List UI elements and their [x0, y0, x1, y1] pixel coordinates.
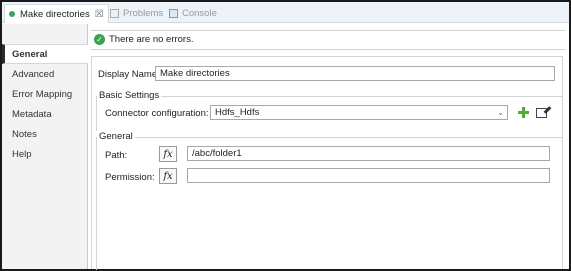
permission-input[interactable] — [187, 168, 550, 183]
sidebar-item-notes[interactable]: Notes — [2, 124, 87, 144]
connector-configuration-select[interactable]: Hdfs_Hdfs ⌄ — [210, 105, 508, 120]
plus-icon[interactable] — [518, 107, 529, 118]
path-input[interactable]: /abc/folder1 — [187, 146, 550, 161]
general-title: General — [97, 131, 135, 142]
connector-configuration-value: Hdfs_Hdfs — [215, 107, 260, 118]
status-text: There are no errors. — [109, 34, 194, 45]
edit-icon[interactable] — [536, 108, 547, 118]
fx-button-path[interactable]: fx — [159, 146, 177, 162]
display-name-label: Display Name: — [98, 69, 160, 80]
tab-label: Problems — [123, 8, 164, 19]
tab-label: Console — [182, 8, 217, 19]
sidebar-item-advanced[interactable]: Advanced — [2, 64, 87, 84]
tab-bar: Make directories ☒ Problems Console — [2, 2, 569, 23]
close-icon[interactable]: ☒ — [95, 9, 104, 20]
sidebar-item-general[interactable]: General — [2, 44, 88, 64]
chevron-down-icon: ⌄ — [497, 108, 504, 117]
sidebar-item-metadata[interactable]: Metadata — [2, 104, 87, 124]
sidebar-item-label: Help — [12, 148, 32, 160]
tab-problems[interactable]: Problems — [106, 4, 167, 23]
status-message: ✓ There are no errors. — [94, 34, 193, 45]
sidebar-item-label: General — [12, 48, 48, 60]
fx-button-permission[interactable]: fx — [159, 168, 177, 184]
tab-make-directories[interactable]: Make directories ☒ — [4, 4, 109, 23]
problems-icon — [110, 9, 119, 18]
check-circle-icon: ✓ — [94, 34, 105, 45]
tab-label: Make directories — [20, 8, 90, 20]
display-name-input[interactable]: Make directories — [155, 66, 555, 81]
sidebar-item-label: Notes — [12, 128, 37, 140]
tab-console[interactable]: Console — [165, 4, 221, 23]
divider — [91, 30, 566, 31]
divider — [91, 49, 566, 50]
console-icon — [169, 9, 178, 18]
sidebar: General Advanced Error Mapping Metadata … — [2, 24, 88, 269]
sidebar-item-label: Metadata — [12, 108, 52, 120]
sidebar-item-label: Error Mapping — [12, 88, 73, 100]
editor-frame: Make directories ☒ Problems Console Gene… — [0, 0, 571, 271]
sidebar-item-help[interactable]: Help — [2, 144, 87, 164]
permission-label: Permission: — [105, 172, 155, 183]
sidebar-item-label: Advanced — [12, 68, 55, 80]
path-label: Path: — [105, 150, 128, 161]
sidebar-item-error-mapping[interactable]: Error Mapping — [2, 84, 87, 104]
basic-settings-title: Basic Settings — [97, 90, 162, 101]
mule-component-icon — [9, 11, 15, 17]
connector-configuration-label: Connector configuration: — [105, 108, 209, 119]
form-panel: Display Name: Make directories Basic Set… — [91, 56, 563, 270]
